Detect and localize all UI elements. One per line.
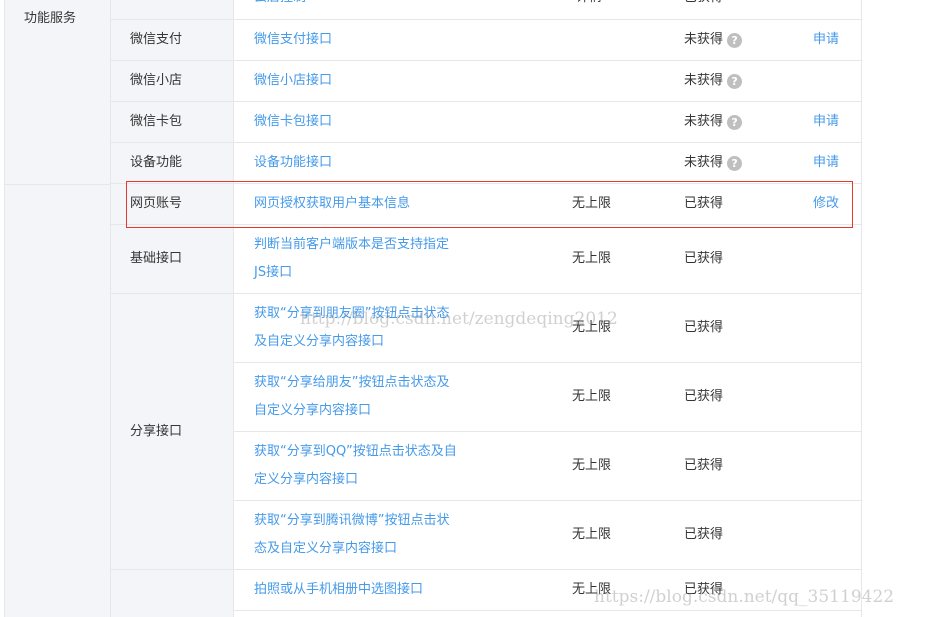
row-status: 已获得 xyxy=(684,389,724,404)
row-status: 已获得 xyxy=(684,251,724,266)
row-interface-link[interactable]: 获取“分享到腾讯微博”按钮点击状态及自定义分享内容接口 xyxy=(254,507,459,563)
row-interface-link[interactable]: 微信小店接口 xyxy=(254,71,332,91)
row-limit: 无上限 xyxy=(572,196,612,211)
row-interface-link[interactable]: 获取“分享给朋友”按钮点击状态及自定义分享内容接口 xyxy=(254,369,459,425)
apply-button[interactable]: 申请 xyxy=(813,153,839,173)
help-icon[interactable]: ? xyxy=(727,155,743,171)
row-interface-link[interactable]: 拍照或从手机相册中选图接口 xyxy=(254,580,423,600)
row-interface-link[interactable]: 微信支付接口 xyxy=(254,30,332,50)
apply-button[interactable]: 申请 xyxy=(813,112,839,132)
interface-permission-table: 云店控制 详情 已获得 功能服务 微信支付 微信支付接口 未获得 ? 申请 微信… xyxy=(0,0,934,617)
help-icon[interactable]: ? xyxy=(727,114,743,130)
row-status: 未获得 ? xyxy=(684,71,743,91)
row-name: 分享接口 xyxy=(130,424,183,439)
row-interface-link[interactable]: 设备功能接口 xyxy=(254,153,332,173)
row-interface-link[interactable]: 网页授权获取用户基本信息 xyxy=(254,194,410,214)
top-row-detail[interactable]: 详情 xyxy=(576,0,602,8)
row-status: 未获得 ? xyxy=(684,30,743,50)
watermark-bottom: https://blog.csdn.net/qq_35119422 xyxy=(594,587,895,607)
row-status-text: 未获得 xyxy=(684,155,724,170)
row-status: 未获得 ? xyxy=(684,112,743,132)
help-icon[interactable]: ? xyxy=(727,73,743,89)
row-interface-link[interactable]: 微信卡包接口 xyxy=(254,112,332,132)
category-cell-web-services xyxy=(4,185,110,617)
row-name: 基础接口 xyxy=(130,251,183,266)
row-limit: 无上限 xyxy=(572,458,612,473)
row-name: 微信卡包 xyxy=(130,114,183,129)
row-name: 设备功能 xyxy=(130,155,183,170)
modify-button[interactable]: 修改 xyxy=(813,194,839,214)
row-limit: 无上限 xyxy=(572,251,612,266)
row-interface-link[interactable]: 判断当前客户端版本是否支持指定JS接口 xyxy=(254,231,459,287)
row-status: 已获得 xyxy=(684,458,724,473)
name-column-bg xyxy=(111,0,233,617)
row-limit: 无上限 xyxy=(572,320,612,335)
apply-button[interactable]: 申请 xyxy=(813,30,839,50)
row-status: 已获得 xyxy=(684,196,724,211)
top-row-status: 已获得 xyxy=(684,0,723,8)
row-status-text: 未获得 xyxy=(684,32,724,47)
top-row-link[interactable]: 云店控制 xyxy=(254,0,306,8)
row-status-text: 未获得 xyxy=(684,73,724,88)
row-interface-link[interactable]: 获取“分享到朋友圈”按钮点击状态及自定义分享内容接口 xyxy=(254,300,459,356)
row-status-text: 未获得 xyxy=(684,114,724,129)
row-name: 微信支付 xyxy=(130,32,183,47)
row-limit: 无上限 xyxy=(572,389,612,404)
row-limit: 无上限 xyxy=(572,582,612,597)
row-interface-link[interactable]: 获取“分享到QQ”按钮点击状态及自定义分享内容接口 xyxy=(254,438,459,494)
row-limit: 无上限 xyxy=(572,527,612,542)
row-status: 已获得 xyxy=(684,320,724,335)
row-status: 未获得 ? xyxy=(684,153,743,173)
help-icon[interactable]: ? xyxy=(727,32,743,48)
row-name: 微信小店 xyxy=(130,73,183,88)
row-name: 网页账号 xyxy=(130,196,183,211)
row-status: 已获得 xyxy=(684,527,724,542)
row-status: 已获得 xyxy=(684,582,724,597)
category-label-feature-services: 功能服务 xyxy=(24,11,77,26)
highlight-box xyxy=(126,181,853,228)
